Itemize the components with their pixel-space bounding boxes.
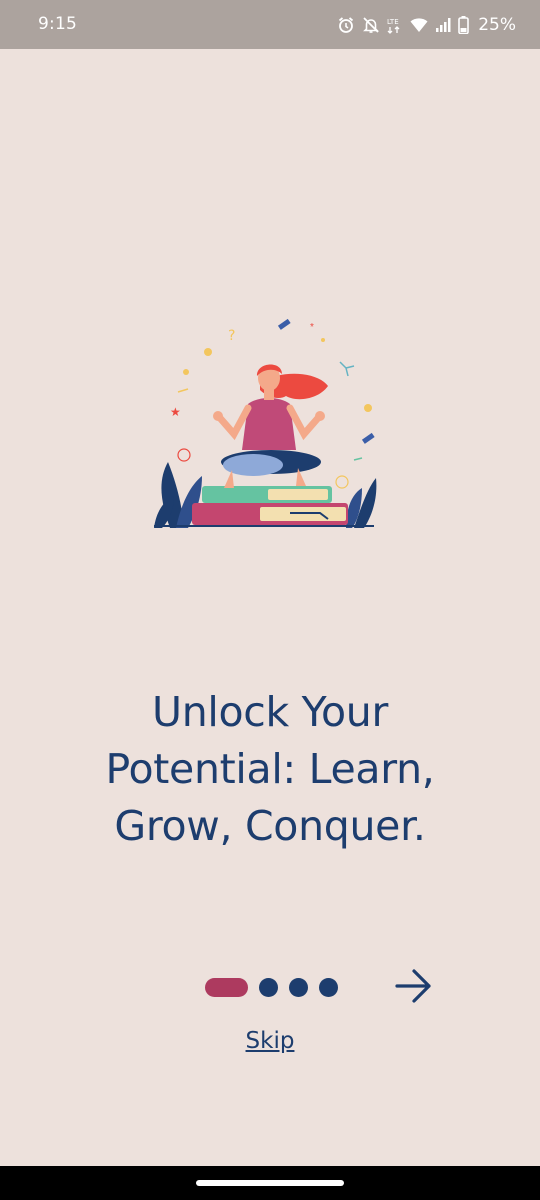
alarm-icon: [337, 16, 355, 34]
status-bar: 9:15 LTE 25%: [0, 0, 540, 49]
svg-text:?: ?: [228, 328, 235, 344]
svg-text:LTE: LTE: [387, 18, 399, 26]
page-dot-active: [205, 977, 248, 997]
home-gesture-bar[interactable]: [196, 1180, 344, 1186]
svg-text:*: *: [310, 322, 314, 333]
status-icons: LTE 25%: [337, 12, 516, 38]
svg-text:★: ★: [170, 405, 181, 419]
status-time: 9:15: [38, 14, 77, 34]
notifications-off-icon: [362, 16, 380, 34]
meditation-illustration: ? * ★: [140, 300, 390, 540]
lte-icon: LTE: [387, 16, 403, 34]
page-dot: [259, 977, 278, 997]
page-dot: [289, 977, 308, 997]
wifi-icon: [410, 17, 428, 33]
arrow-right-icon: [394, 968, 434, 1009]
page-indicator: [205, 977, 338, 997]
next-button[interactable]: [392, 966, 436, 1010]
navigation-bar: [0, 1166, 540, 1200]
page-dot: [319, 977, 338, 997]
onboarding-headline: Unlock Your Potential: Learn, Grow, Conq…: [105, 688, 435, 850]
battery-percent: 25%: [478, 15, 516, 35]
skip-link[interactable]: Skip: [220, 1028, 320, 1054]
signal-icon: [435, 17, 451, 33]
battery-icon: [458, 16, 470, 34]
